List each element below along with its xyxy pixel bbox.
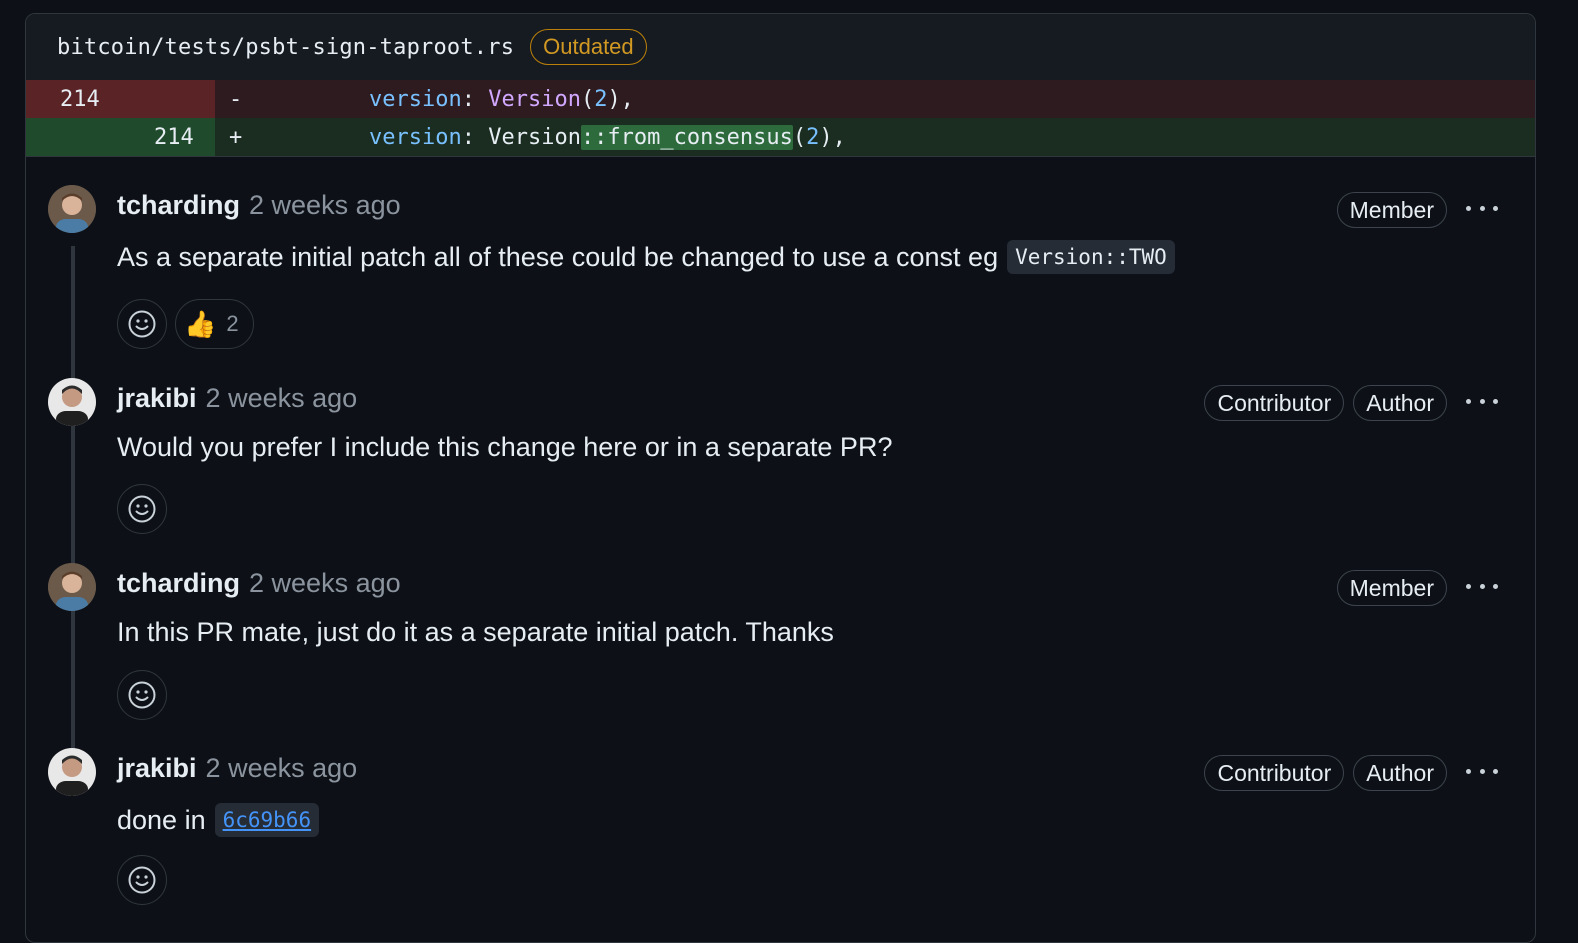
author-badge: Author — [1353, 385, 1447, 421]
divider — [26, 156, 1535, 157]
smiley-icon — [128, 681, 156, 709]
member-badge: Member — [1336, 570, 1447, 606]
file-path[interactable]: bitcoin/tests/psbt-sign-taproot.rs — [57, 35, 514, 60]
reactions-bar — [117, 855, 167, 905]
review-thread-panel: bitcoin/tests/psbt-sign-taproot.rs Outda… — [25, 13, 1536, 943]
file-header: bitcoin/tests/psbt-sign-taproot.rs Outda… — [26, 14, 1535, 80]
role-badges: Member — [1336, 192, 1447, 228]
smiley-icon — [128, 495, 156, 523]
author-name[interactable]: tcharding — [117, 190, 240, 221]
avatar[interactable] — [48, 185, 96, 233]
role-badges: Contributor Author — [1204, 755, 1447, 791]
timestamp[interactable]: 2 weeks ago — [206, 383, 358, 414]
thread-connector — [71, 246, 75, 766]
new-line-number: 214 — [154, 125, 194, 150]
addition-marker: + — [229, 124, 243, 150]
comment-header: tcharding 2 weeks ago — [117, 568, 401, 599]
smiley-icon — [128, 310, 156, 338]
role-badges: Contributor Author — [1204, 385, 1447, 421]
thumbs-up-icon: 👍 — [184, 308, 217, 339]
avatar[interactable] — [48, 563, 96, 611]
comment-body: As a separate initial patch all of these… — [117, 240, 1175, 274]
line-number-gutter[interactable]: 214 — [26, 80, 215, 118]
comment-header: jrakibi 2 weeks ago — [117, 383, 357, 414]
contributor-badge: Contributor — [1204, 755, 1345, 791]
contributor-badge: Contributor — [1204, 385, 1345, 421]
comment-text: done in — [117, 804, 206, 835]
deletion-marker: - — [229, 86, 243, 112]
reactions-bar: 👍 2 — [117, 299, 254, 349]
kebab-horizontal-icon[interactable] — [1462, 576, 1502, 596]
comment-text: In this PR mate, just do it as a separat… — [117, 617, 834, 647]
author-badge: Author — [1353, 755, 1447, 791]
timestamp[interactable]: 2 weeks ago — [206, 753, 358, 784]
comment-text: As a separate initial patch all of these… — [117, 241, 999, 272]
thumbs-up-reaction[interactable]: 👍 2 — [175, 299, 254, 349]
diff-deleted-line: 214 - version: Version(2), — [26, 80, 1535, 118]
timestamp[interactable]: 2 weeks ago — [249, 568, 401, 599]
timestamp[interactable]: 2 weeks ago — [249, 190, 401, 221]
added-code: version: Version::from_consensus(2), — [369, 124, 846, 150]
add-reaction-button[interactable] — [117, 484, 167, 534]
kebab-horizontal-icon[interactable] — [1462, 198, 1502, 218]
comment-body: done in 6c69b66 — [117, 803, 320, 837]
outdated-badge: Outdated — [530, 29, 647, 65]
author-name[interactable]: tcharding — [117, 568, 240, 599]
deleted-code: version: Version(2), — [369, 86, 634, 112]
diff-added-line: 214 + version: Version::from_consensus(2… — [26, 118, 1535, 156]
line-number-gutter[interactable]: 214 — [26, 118, 215, 156]
comment-text: Would you prefer I include this change h… — [117, 432, 893, 462]
reactions-bar — [117, 670, 167, 720]
role-badges: Member — [1336, 570, 1447, 606]
old-line-number: 214 — [60, 87, 100, 112]
kebab-horizontal-icon[interactable] — [1462, 391, 1502, 411]
smiley-icon — [128, 866, 156, 894]
comment-header: jrakibi 2 weeks ago — [117, 753, 357, 784]
reactions-bar — [117, 484, 167, 534]
comment-body: In this PR mate, just do it as a separat… — [117, 617, 834, 648]
author-name[interactable]: jrakibi — [117, 753, 197, 784]
avatar[interactable] — [48, 748, 96, 796]
add-reaction-button[interactable] — [117, 670, 167, 720]
kebab-horizontal-icon[interactable] — [1462, 761, 1502, 781]
comment-body: Would you prefer I include this change h… — [117, 432, 892, 463]
commit-link[interactable]: 6c69b66 — [214, 803, 320, 837]
add-reaction-button[interactable] — [117, 299, 167, 349]
author-name[interactable]: jrakibi — [117, 383, 197, 414]
member-badge: Member — [1336, 192, 1447, 228]
reaction-count: 2 — [226, 311, 239, 336]
avatar[interactable] — [48, 378, 96, 426]
inline-code: Version::TWO — [1007, 240, 1175, 274]
comment-header: tcharding 2 weeks ago — [117, 190, 401, 221]
add-reaction-button[interactable] — [117, 855, 167, 905]
